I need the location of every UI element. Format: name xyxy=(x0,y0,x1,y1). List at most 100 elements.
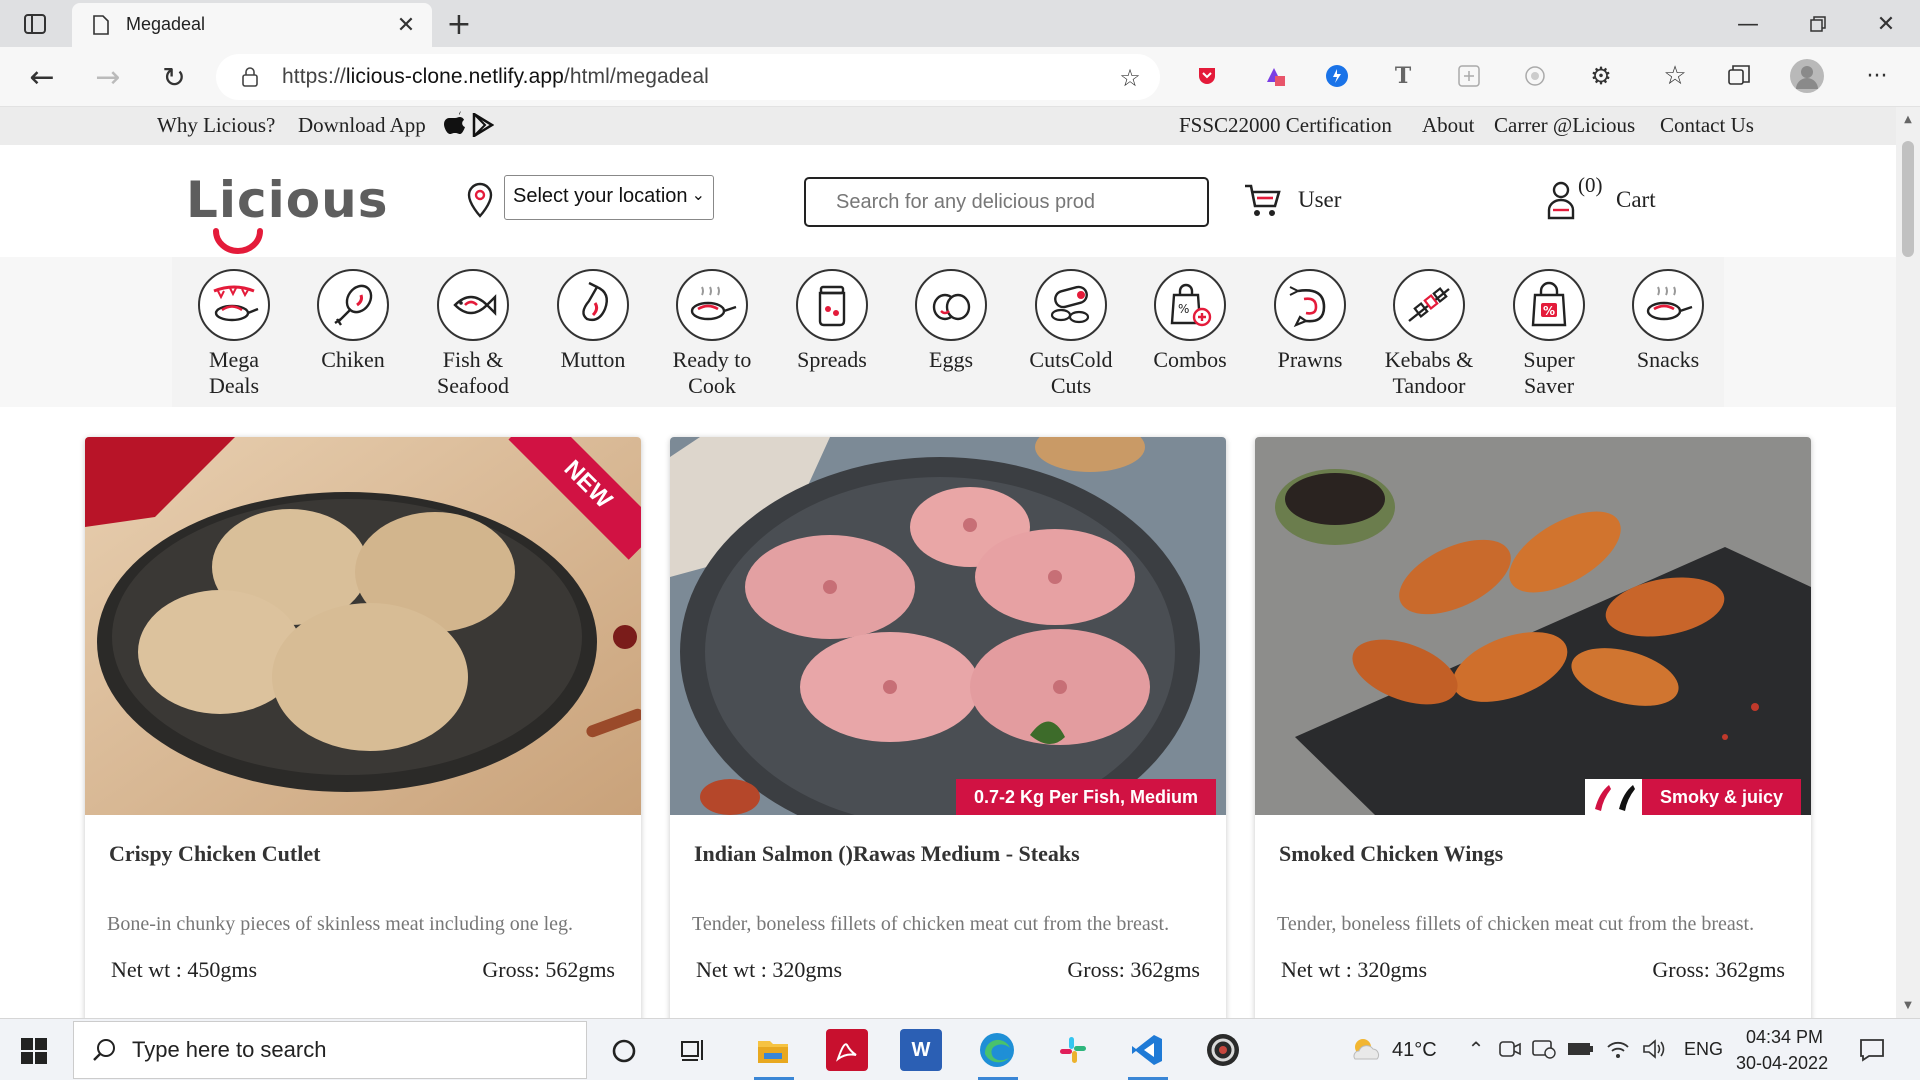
tab-actions-icon[interactable] xyxy=(20,10,50,38)
acrobat-icon[interactable] xyxy=(826,1029,868,1071)
category-eggs[interactable]: Eggs xyxy=(891,269,1011,373)
obs-icon[interactable] xyxy=(1202,1029,1244,1071)
forward-arrow-icon[interactable]: → xyxy=(88,59,128,95)
about-link[interactable]: About xyxy=(1422,113,1475,138)
extension-circle-icon[interactable] xyxy=(1520,61,1550,91)
wifi-icon[interactable] xyxy=(1604,1035,1632,1063)
category-label-line1: Super xyxy=(1523,347,1575,372)
logo-smile-icon xyxy=(212,227,264,255)
new-tab-icon[interactable]: + xyxy=(442,7,476,42)
extensions-puzzle-icon[interactable]: ⚙ xyxy=(1586,61,1616,91)
extension-pocket-icon[interactable] xyxy=(1192,61,1222,91)
play-store-icon[interactable] xyxy=(470,111,496,139)
product-card[interactable]: Smoky & juicy Smoked Chicken Wings Tende… xyxy=(1255,437,1811,1018)
slack-icon[interactable] xyxy=(1052,1029,1094,1071)
user-link[interactable]: User xyxy=(1298,187,1341,213)
windows-start-icon[interactable] xyxy=(14,1031,54,1071)
product-title[interactable]: Indian Salmon ()Rawas Medium - Steaks xyxy=(694,841,1080,867)
contact-link[interactable]: Contact Us xyxy=(1660,113,1754,138)
url-host: licious-clone.netlify.app xyxy=(345,65,564,88)
cortana-icon[interactable] xyxy=(604,1031,644,1071)
category-label-line1: Mutton xyxy=(560,347,626,372)
product-card[interactable]: 0.7-2 Kg Per Fish, Medium Indian Salmon … xyxy=(670,437,1226,1018)
vscode-icon[interactable] xyxy=(1126,1029,1168,1071)
search-input[interactable]: Search for any delicious prod xyxy=(804,177,1209,227)
apple-icon[interactable] xyxy=(442,109,468,139)
location-pin-icon[interactable] xyxy=(464,181,496,221)
product-description: Tender, boneless fillets of chicken meat… xyxy=(692,913,1170,935)
task-view-icon[interactable] xyxy=(674,1031,714,1071)
scroll-up-icon[interactable]: ▲ xyxy=(1900,111,1916,127)
refresh-icon[interactable]: ↻ xyxy=(154,59,194,95)
extension-color-icon[interactable] xyxy=(1260,61,1290,91)
category-prawns[interactable]: Prawns xyxy=(1250,269,1370,373)
product-image[interactable]: 0.7-2 Kg Per Fish, Medium xyxy=(670,437,1226,815)
clock-date[interactable]: 30-04-2022 xyxy=(1736,1053,1828,1074)
add-favorite-icon[interactable]: ☆ xyxy=(1116,64,1144,92)
scroll-thumb[interactable] xyxy=(1902,141,1914,257)
category-label-line2: Cook xyxy=(688,373,736,398)
category-mutton[interactable]: Mutton xyxy=(533,269,653,373)
clock-time[interactable]: 04:34 PM xyxy=(1746,1027,1823,1048)
category-fish-seafood[interactable]: Fish & Seafood xyxy=(413,269,533,399)
shopping-cart-icon[interactable] xyxy=(1242,181,1284,221)
browser-tab[interactable]: Megadeal ✕ xyxy=(72,3,432,47)
location-select-value: Select your location xyxy=(513,185,688,207)
address-bar[interactable]: https://licious-clone.netlify.app/html/m… xyxy=(216,54,1160,100)
category-chicken[interactable]: Chiken xyxy=(293,269,413,373)
product-description: Tender, boneless fillets of chicken meat… xyxy=(1277,913,1755,935)
restore-icon[interactable] xyxy=(1800,8,1836,40)
word-icon[interactable]: W xyxy=(900,1029,942,1071)
category-cold-cuts[interactable]: CutsCold Cuts xyxy=(1011,269,1131,399)
licious-logo[interactable]: Licious xyxy=(186,171,388,229)
network-adapter-icon[interactable] xyxy=(1530,1035,1558,1063)
scroll-down-icon[interactable]: ▼ xyxy=(1900,997,1916,1013)
cart-link[interactable]: Cart xyxy=(1616,187,1656,213)
extension-grid-icon[interactable] xyxy=(1454,61,1484,91)
extension-blue-icon[interactable] xyxy=(1322,61,1352,91)
product-gross-weight: Gross: 562gms xyxy=(482,957,615,982)
category-ready-to-cook[interactable]: Ready to Cook xyxy=(652,269,772,399)
location-select[interactable]: Select your location ⌄ xyxy=(504,175,714,220)
favorites-icon[interactable]: ☆ xyxy=(1660,61,1690,91)
page-scrollbar[interactable]: ▲ ▼ xyxy=(1896,107,1920,1018)
category-mega-deals[interactable]: Mega Deals xyxy=(174,269,294,399)
product-title[interactable]: Crispy Chicken Cutlet xyxy=(109,841,320,867)
page-icon xyxy=(90,13,112,37)
volume-icon[interactable] xyxy=(1640,1035,1668,1063)
close-window-icon[interactable]: ✕ xyxy=(1868,8,1904,40)
collections-icon[interactable] xyxy=(1724,61,1754,91)
taskbar-search-input[interactable]: Type here to search xyxy=(73,1021,587,1079)
tray-chevron-up-icon[interactable]: ⌃ xyxy=(1464,1035,1488,1063)
career-link[interactable]: Carrer @Licious xyxy=(1494,113,1635,138)
download-app-link[interactable]: Download App xyxy=(298,113,426,138)
battery-icon[interactable] xyxy=(1566,1035,1596,1063)
weather-icon[interactable] xyxy=(1348,1033,1384,1067)
minimize-icon[interactable]: — xyxy=(1730,8,1766,40)
meet-now-icon[interactable] xyxy=(1496,1035,1524,1063)
extension-text-icon[interactable]: T xyxy=(1388,61,1418,91)
profile-avatar-icon[interactable] xyxy=(1790,59,1824,93)
product-image[interactable]: Smoky & juicy xyxy=(1255,437,1811,815)
file-explorer-icon[interactable] xyxy=(752,1029,794,1071)
category-snacks[interactable]: Snacks xyxy=(1608,269,1728,373)
why-licious-link[interactable]: Why Licious? xyxy=(157,113,275,138)
close-tab-icon[interactable]: ✕ xyxy=(394,13,418,38)
user-icon[interactable] xyxy=(1546,179,1576,221)
product-card[interactable]: NEW Crispy Chicken Cutlet Bone-in chunky… xyxy=(85,437,641,1018)
notification-center-icon[interactable] xyxy=(1854,1033,1890,1067)
lock-icon[interactable] xyxy=(240,66,260,88)
language-indicator[interactable]: ENG xyxy=(1684,1039,1723,1060)
category-super-saver[interactable]: % Super Saver xyxy=(1489,269,1609,399)
category-kebabs-tandoor[interactable]: Kebabs & Tandoor xyxy=(1369,269,1489,399)
back-arrow-icon[interactable]: ← xyxy=(22,59,62,95)
certification-link[interactable]: FSSC22000 Certification xyxy=(1179,113,1392,138)
edge-icon[interactable] xyxy=(976,1029,1018,1071)
category-combos[interactable]: % Combos xyxy=(1130,269,1250,373)
weather-temperature[interactable]: 41°C xyxy=(1392,1039,1437,1062)
product-title[interactable]: Smoked Chicken Wings xyxy=(1279,841,1503,867)
product-gross-weight: Gross: 362gms xyxy=(1067,957,1200,982)
category-spreads[interactable]: Spreads xyxy=(772,269,892,373)
more-menu-icon[interactable]: ··· xyxy=(1860,61,1894,91)
product-image[interactable]: NEW xyxy=(85,437,641,815)
